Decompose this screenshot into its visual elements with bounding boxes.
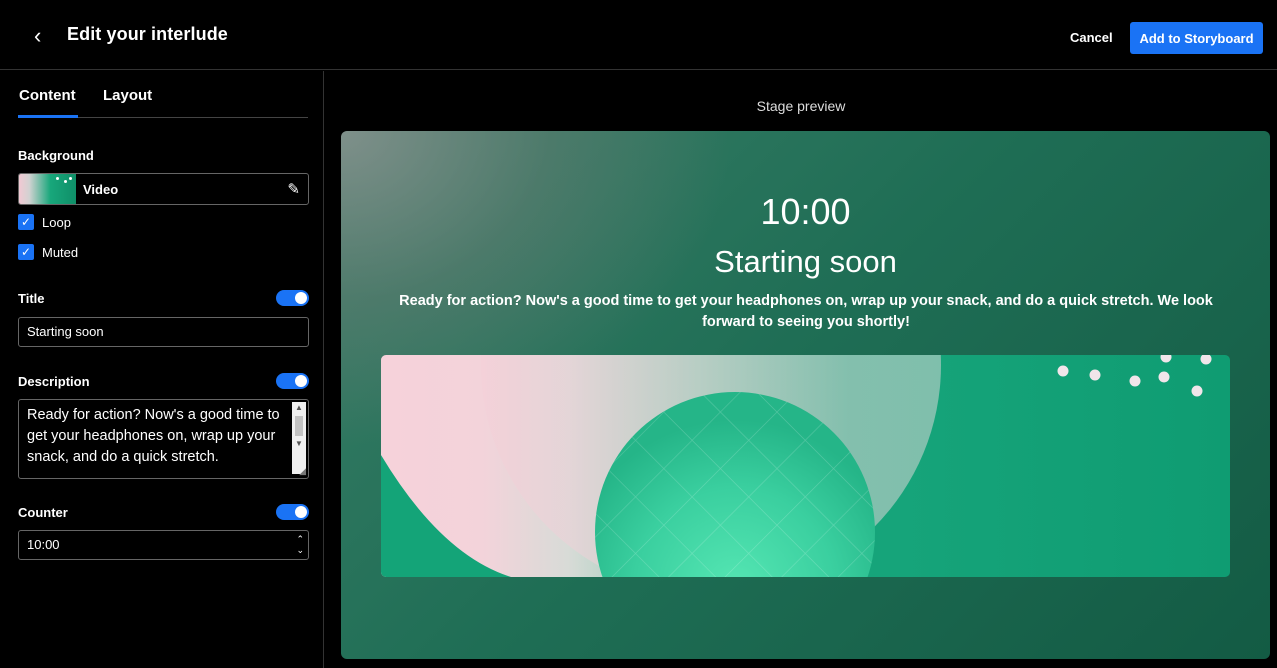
textarea-scrollbar[interactable]: ▲ ▼ [292,402,306,474]
counter-value: 10:00 [27,537,60,552]
counter-toggle[interactable] [276,504,309,520]
sidebar: Content Layout Background Video ✎ ✓ Loop… [0,71,324,668]
tab-layout[interactable]: Layout [103,87,152,104]
muted-checkbox[interactable]: ✓ [18,244,34,260]
description-toggle[interactable] [276,373,309,389]
counter-input[interactable]: 10:00 ⌃ ⌄ [18,530,309,560]
preview-panel: Stage preview 10:00 Starting soon Ready … [325,71,1277,668]
active-tab-indicator [18,115,78,118]
loop-checkbox[interactable]: ✓ [18,214,34,230]
loop-label: Loop [42,215,71,230]
back-chevron-icon[interactable]: ‹ [34,24,54,48]
top-bar: ‹ Edit your interlude Cancel Add to Stor… [0,0,1277,70]
background-label: Background [18,148,94,163]
background-type: Video [83,182,119,197]
video-frame-graphic [381,355,1230,577]
scroll-up-arrow-icon[interactable]: ▲ [292,402,306,414]
add-to-storyboard-button[interactable]: Add to Storyboard [1130,22,1263,54]
background-video [381,355,1230,577]
stage-preview-label: Stage preview [756,98,846,114]
description-text: Ready for action? Now's a good time to g… [27,407,280,465]
title-toggle[interactable] [276,290,309,306]
counter-stepper-icon[interactable]: ⌃ ⌄ [296,534,304,556]
scroll-thumb[interactable] [295,416,303,436]
description-label: Description [18,374,90,389]
video-thumbnail [19,174,76,204]
counter-label: Counter [18,505,68,520]
cancel-button[interactable]: Cancel [1070,30,1113,45]
title-input[interactable]: Starting soon [18,317,309,347]
page-title: Edit your interlude [67,24,228,44]
scroll-down-arrow-icon[interactable]: ▼ [292,438,306,450]
checkmark-icon: ✓ [20,245,32,259]
stage-counter: 10:00 [760,191,851,232]
stage-preview: 10:00 Starting soon Ready for action? No… [341,131,1270,659]
muted-label: Muted [42,245,79,260]
stage-description: Ready for action? Now's a good time to g… [399,293,1213,330]
checkmark-icon: ✓ [20,215,32,229]
description-textarea[interactable]: Ready for action? Now's a good time to g… [18,399,309,479]
resize-handle-icon[interactable]: ◢ [299,466,306,477]
pencil-icon[interactable]: ✎ [287,180,300,198]
background-select[interactable]: Video ✎ [18,173,309,205]
tab-content[interactable]: Content [19,87,76,104]
stage-title: Starting soon [714,244,897,279]
title-label: Title [18,291,45,306]
